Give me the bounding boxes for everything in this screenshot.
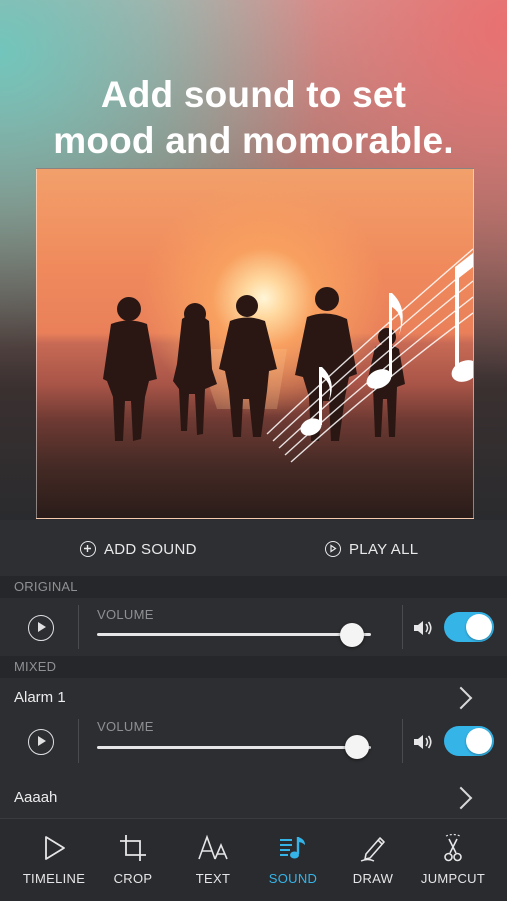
track-name: Alarm 1: [14, 689, 66, 706]
play-all-label: PLAY ALL: [349, 540, 419, 558]
track-volume-label: VOLUME: [97, 719, 154, 734]
track-name: Aaaah: [14, 789, 58, 806]
preview-scene: [103, 248, 473, 463]
original-audio-toggle[interactable]: [444, 612, 494, 642]
divider: [402, 719, 403, 763]
chevron-right-icon[interactable]: [449, 686, 473, 710]
tab-label: DRAW: [352, 871, 394, 886]
speaker-icon: [414, 735, 432, 749]
pencil-icon: [360, 837, 385, 862]
music-note-icon: [280, 837, 305, 859]
headline-line-1: Add sound to set: [100, 74, 407, 115]
play-track-button[interactable]: [28, 729, 54, 755]
add-sound-button[interactable]: ADD SOUND: [80, 538, 197, 560]
bottom-tab-bar: TIMELINE CROP TEXT SOUND DRAW JUMPCUT: [0, 818, 507, 901]
tab-text[interactable]: TEXT: [173, 819, 253, 901]
original-volume-label: VOLUME: [97, 607, 154, 622]
tab-label: JUMPCUT: [420, 871, 486, 886]
divider: [402, 605, 403, 649]
tab-label: TIMELINE: [22, 871, 86, 886]
chevron-right-icon[interactable]: [449, 786, 473, 810]
tab-draw[interactable]: DRAW: [333, 819, 413, 901]
mixed-track-controls: VOLUME: [0, 712, 507, 772]
play-all-button[interactable]: PLAY ALL: [325, 538, 418, 560]
plus-circle-icon: [80, 541, 96, 557]
original-volume-slider[interactable]: [97, 633, 371, 636]
text-aa-icon: [198, 834, 228, 860]
track-audio-toggle[interactable]: [444, 726, 494, 756]
mixed-track-row[interactable]: Aaaah: [0, 778, 507, 818]
tab-label: CROP: [113, 871, 153, 886]
play-original-button[interactable]: [28, 615, 54, 641]
tab-label: TEXT: [195, 871, 231, 886]
add-sound-label: ADD SOUND: [104, 540, 197, 558]
tab-timeline[interactable]: TIMELINE: [14, 819, 94, 901]
section-mixed-header: MIXED: [0, 656, 507, 678]
divider: [78, 719, 79, 763]
tab-crop[interactable]: CROP: [93, 819, 173, 901]
promo-headline: Add sound to set mood and momorable.: [0, 72, 507, 164]
play-triangle-icon: [45, 836, 65, 860]
track-volume-knob[interactable]: [345, 735, 370, 759]
scissors-icon: [444, 833, 462, 862]
divider: [78, 605, 79, 649]
tab-jumpcut[interactable]: JUMPCUT: [413, 819, 493, 901]
sound-actions-bar: ADD SOUND PLAY ALL: [0, 520, 507, 576]
section-original-header: ORIGINAL: [0, 576, 507, 598]
headline-line-2: mood and momorable.: [53, 120, 454, 161]
crop-icon: [120, 835, 146, 861]
tab-label: SOUND: [268, 871, 318, 886]
tab-sound[interactable]: SOUND: [253, 819, 333, 901]
original-volume-knob[interactable]: [339, 623, 364, 647]
speaker-icon: [414, 621, 432, 635]
play-circle-icon: [325, 541, 341, 557]
original-audio-row: VOLUME: [0, 598, 507, 656]
track-volume-slider[interactable]: [97, 746, 371, 749]
promo-hero: Add sound to set mood and momorable.: [0, 0, 507, 520]
video-preview[interactable]: [36, 168, 474, 519]
